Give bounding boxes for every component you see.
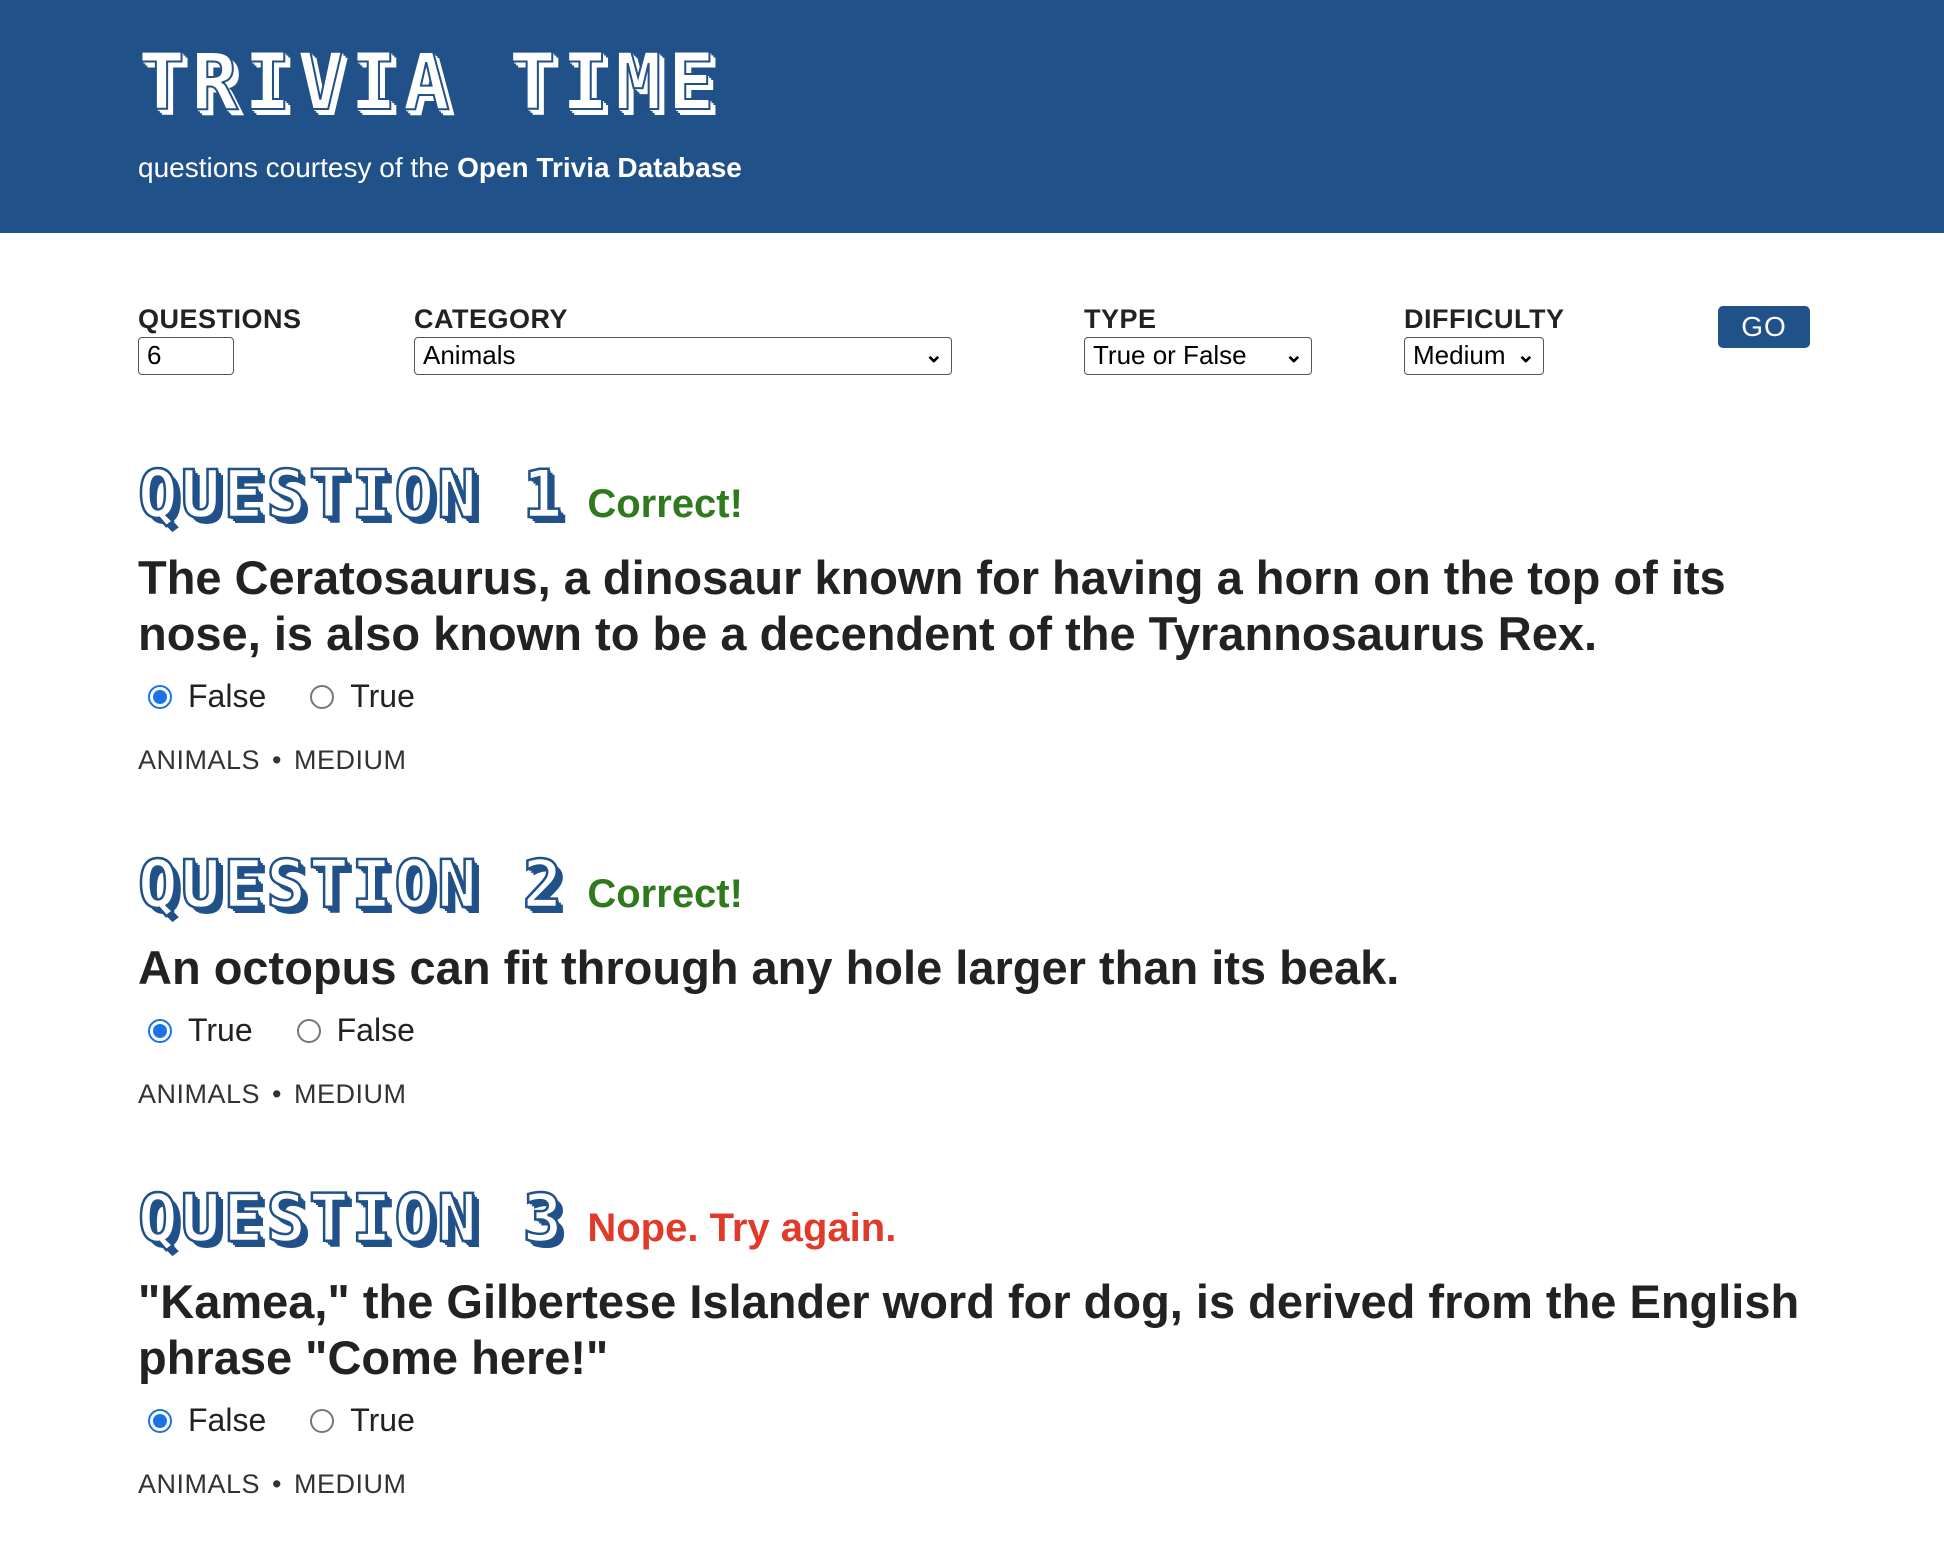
question-text: An octopus can fit through any hole larg…	[138, 941, 1400, 994]
category-select-value: Animals	[423, 340, 516, 370]
category-control: CATEGORY Animals ⌄	[414, 304, 952, 375]
answer-status: Correct!	[587, 482, 743, 526]
question-card: QUESTION 1 Correct! The Ceratosaurus, a …	[137, 456, 1818, 776]
answer-label: False	[188, 678, 267, 714]
chevron-down-icon: ⌄	[1284, 342, 1303, 367]
question-title: QUESTION 1	[137, 456, 566, 533]
question-header: QUESTION 1 Correct!	[137, 456, 1818, 533]
question-card: QUESTION 3 Nope. Try again. "Kamea," the…	[137, 1180, 1818, 1500]
answer-option[interactable]: False	[148, 678, 266, 715]
answer-option[interactable]: True	[148, 1012, 253, 1049]
answer-status: Nope. Try again.	[587, 1206, 897, 1250]
answer-label: True	[350, 1402, 415, 1438]
difficulty-select-value: Medium	[1413, 340, 1506, 370]
questions-label: QUESTIONS	[138, 304, 302, 334]
meta-difficulty: MEDIUM	[294, 1469, 407, 1499]
question-meta: ANIMALS • MEDIUM	[138, 1469, 1818, 1500]
answer-option[interactable]: False	[148, 1402, 266, 1439]
question-title: QUESTION 2	[137, 846, 566, 923]
tagline-prefix: questions courtesy of the	[138, 152, 450, 183]
type-select[interactable]: True or False ⌄	[1084, 337, 1312, 375]
question-card: QUESTION 2 Correct! An octopus can fit t…	[137, 846, 1818, 1110]
radio-button-selected[interactable]	[148, 684, 172, 709]
questions-count-value: 6	[147, 340, 162, 370]
site-header: TRIVIA TIME questions courtesy of the Op…	[0, 0, 1944, 233]
question-meta: ANIMALS • MEDIUM	[138, 1079, 1818, 1110]
answer-label: False	[188, 1402, 267, 1438]
answer-label: False	[336, 1012, 415, 1048]
radio-button[interactable]	[310, 1408, 335, 1433]
meta-category: ANIMALS	[138, 1469, 261, 1499]
answer-options: True False	[138, 1012, 1818, 1049]
meta-separator: •	[272, 1469, 282, 1499]
quiz-controls: QUESTIONS 6 CATEGORY Animals ⌄ TYPE True…	[0, 304, 1944, 384]
type-label: TYPE	[1084, 304, 1157, 334]
questions-count-input[interactable]: 6	[138, 337, 234, 375]
answer-option[interactable]: True	[310, 678, 415, 715]
question-header: QUESTION 2 Correct!	[137, 846, 1818, 923]
site-logo: TRIVIA TIME	[137, 38, 721, 128]
type-control: TYPE True or False ⌄	[1084, 304, 1312, 375]
source-link[interactable]: Open Trivia Database	[457, 152, 742, 183]
difficulty-control: DIFFICULTY Medium ⌄	[1404, 304, 1564, 375]
answer-option[interactable]: True	[310, 1402, 415, 1439]
answer-label: True	[350, 678, 415, 714]
question-header: QUESTION 3 Nope. Try again.	[137, 1180, 1818, 1257]
meta-category: ANIMALS	[138, 745, 261, 775]
difficulty-label: DIFFICULTY	[1404, 304, 1565, 334]
answer-option[interactable]: False	[296, 1012, 415, 1049]
chevron-down-icon: ⌄	[924, 342, 943, 367]
tagline: questions courtesy of the Open Trivia Da…	[138, 152, 742, 184]
chevron-down-icon: ⌄	[1516, 342, 1535, 367]
difficulty-select[interactable]: Medium ⌄	[1404, 337, 1544, 375]
question-text: The Ceratosaurus, a dinosaur known for h…	[138, 551, 1726, 660]
radio-button[interactable]	[296, 1018, 321, 1043]
category-label: CATEGORY	[414, 304, 569, 334]
go-button[interactable]: GO	[1718, 306, 1810, 348]
questions-control: QUESTIONS 6	[138, 304, 302, 375]
answer-options: False True	[138, 678, 1818, 715]
meta-separator: •	[272, 745, 282, 775]
answer-label: True	[188, 1012, 253, 1048]
answer-options: False True	[138, 1402, 1818, 1439]
category-select[interactable]: Animals ⌄	[414, 337, 952, 375]
meta-difficulty: MEDIUM	[294, 745, 407, 775]
question-text: "Kamea," the Gilbertese Islander word fo…	[138, 1275, 1800, 1384]
type-select-value: True or False	[1093, 340, 1247, 370]
question-meta: ANIMALS • MEDIUM	[138, 745, 1818, 776]
meta-category: ANIMALS	[138, 1079, 261, 1109]
radio-button-selected[interactable]	[148, 1408, 172, 1433]
meta-difficulty: MEDIUM	[294, 1079, 407, 1109]
radio-button[interactable]	[310, 684, 335, 709]
radio-button-selected[interactable]	[148, 1018, 172, 1043]
answer-status: Correct!	[587, 872, 743, 916]
meta-separator: •	[272, 1079, 282, 1109]
question-title: QUESTION 3	[137, 1180, 566, 1257]
